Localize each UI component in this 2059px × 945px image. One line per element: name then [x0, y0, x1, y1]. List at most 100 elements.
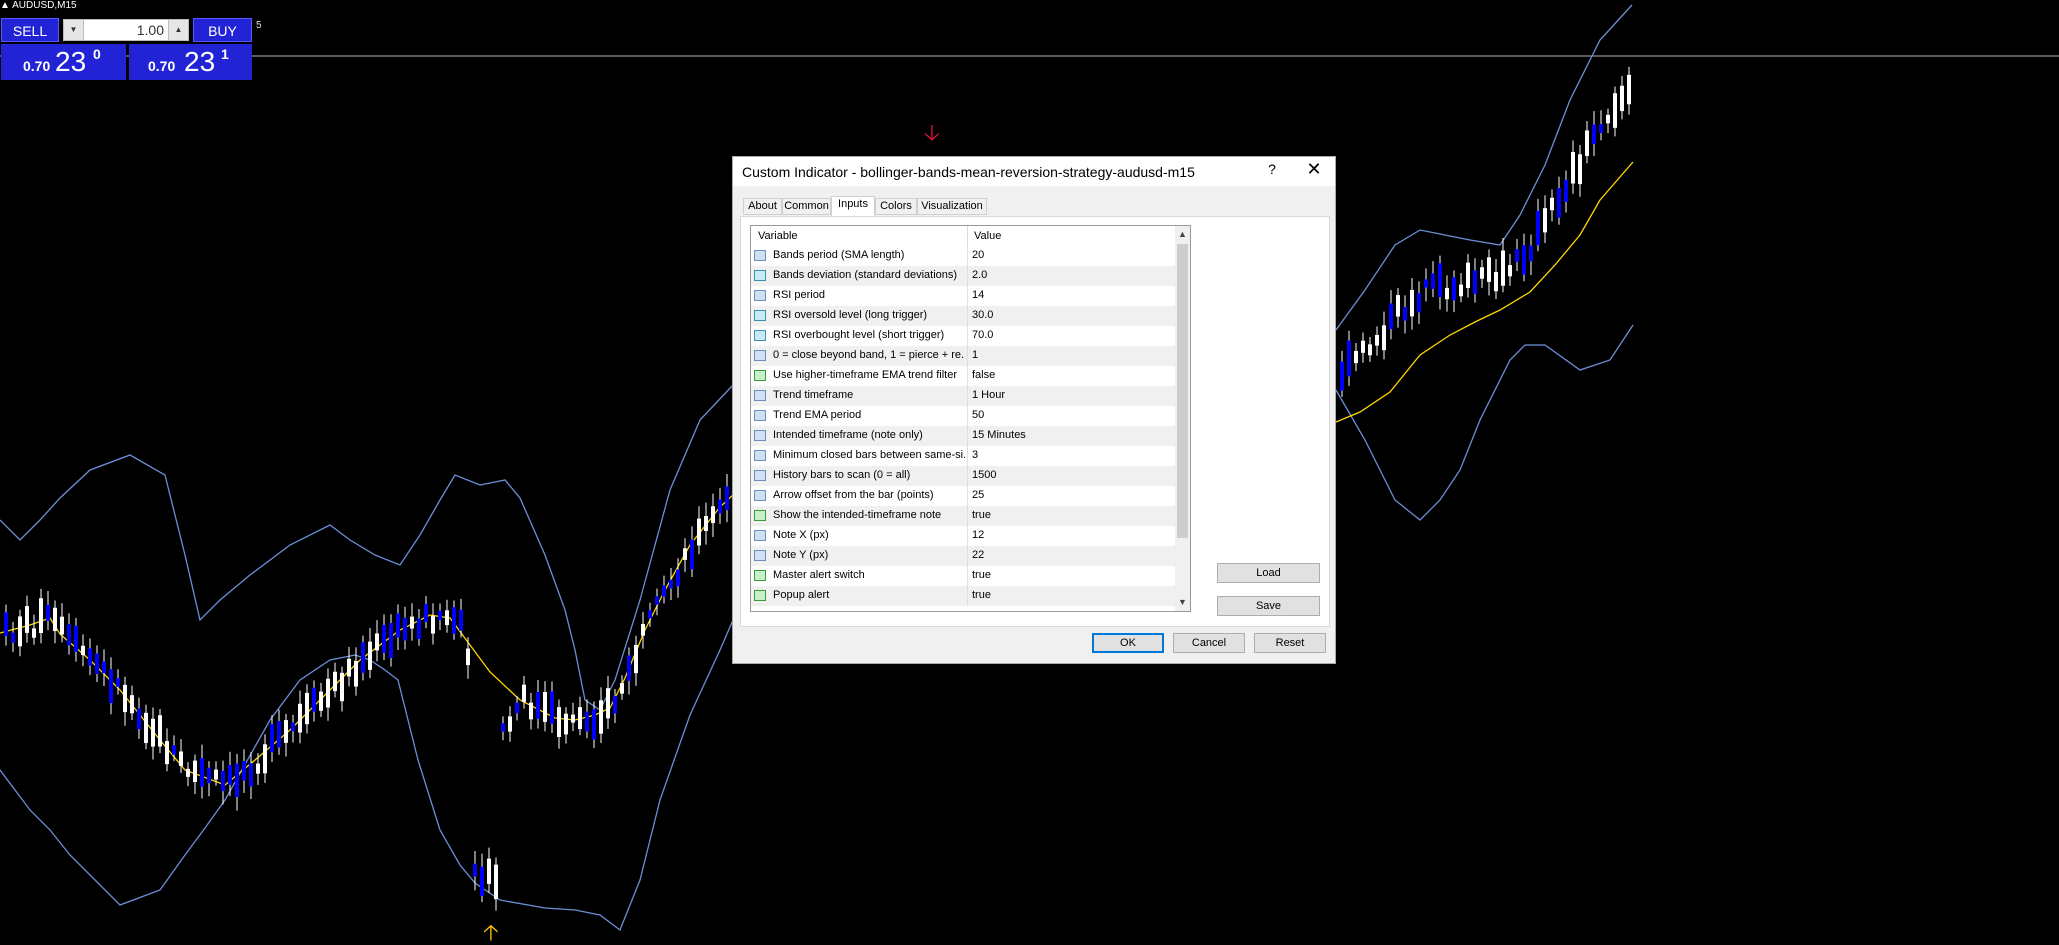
candle[interactable] [1529, 245, 1533, 262]
candle[interactable] [592, 709, 596, 740]
candle[interactable] [417, 618, 421, 640]
candle[interactable] [151, 718, 155, 747]
candle[interactable] [480, 866, 484, 896]
tab-colors[interactable]: Colors [875, 198, 917, 215]
candle[interactable] [1606, 114, 1610, 124]
input-row[interactable]: History bars to scan (0 = all) 1500 [751, 466, 1175, 486]
candle[interactable] [620, 683, 624, 694]
candle[interactable] [207, 767, 211, 784]
candle[interactable] [634, 644, 638, 674]
candle[interactable] [1347, 340, 1351, 377]
lot-increase-icon[interactable]: ▲ [168, 20, 188, 40]
input-row[interactable]: Bands period (SMA length) 20 [751, 246, 1175, 266]
candle[interactable] [410, 616, 414, 629]
candle[interactable] [1564, 179, 1568, 202]
candle[interactable] [53, 607, 57, 632]
candle[interactable] [396, 613, 400, 638]
input-value[interactable]: 1 [972, 349, 978, 361]
input-row[interactable]: Note X (px) 12 [751, 526, 1175, 546]
candle[interactable] [627, 655, 631, 681]
candle[interactable] [109, 669, 113, 704]
input-row[interactable]: 0 = close beyond band, 1 = pierce + re..… [751, 346, 1175, 366]
input-value[interactable]: 25 [972, 489, 984, 501]
candle[interactable] [690, 539, 694, 570]
candle[interactable] [193, 760, 197, 782]
candle[interactable] [81, 645, 85, 656]
candle[interactable] [1494, 271, 1498, 292]
candle[interactable] [452, 607, 456, 634]
candle[interactable] [256, 763, 260, 774]
input-value[interactable]: 15 Minutes [972, 429, 1026, 441]
candle[interactable] [4, 612, 8, 637]
scroll-thumb[interactable] [1177, 244, 1188, 538]
candle[interactable] [571, 714, 575, 723]
lot-decrease-icon[interactable]: ▼ [64, 20, 84, 40]
candle[interactable] [137, 708, 141, 730]
input-value[interactable]: 30.0 [972, 309, 993, 321]
input-value[interactable]: 3 [972, 449, 978, 461]
candle[interactable] [1340, 361, 1344, 391]
candle[interactable] [130, 695, 134, 714]
candle[interactable] [291, 722, 295, 732]
inputs-grid[interactable]: Variable Value Bands period (SMA length)… [750, 225, 1191, 612]
input-value[interactable]: 1500 [972, 469, 996, 481]
candle[interactable] [186, 768, 190, 777]
save-button[interactable]: Save [1217, 596, 1320, 616]
candle[interactable] [200, 758, 204, 787]
candle[interactable] [1480, 267, 1484, 279]
candle[interactable] [1599, 124, 1603, 134]
candle[interactable] [326, 678, 330, 708]
candle[interactable] [39, 598, 43, 634]
candle[interactable] [1627, 74, 1631, 105]
candle[interactable] [347, 658, 351, 677]
candle[interactable] [1466, 262, 1470, 289]
lot-value[interactable]: 1.00 [137, 20, 164, 40]
help-icon[interactable]: ? [1263, 161, 1281, 177]
candle[interactable] [1543, 208, 1547, 233]
input-row[interactable]: Minimum closed bars between same-si... 3 [751, 446, 1175, 466]
input-row[interactable]: Bands deviation (standard deviations) 2.0 [751, 266, 1175, 286]
candle[interactable] [529, 702, 533, 720]
candle[interactable] [522, 684, 526, 702]
load-button[interactable]: Load [1217, 563, 1320, 583]
candle[interactable] [214, 769, 218, 780]
candle[interactable] [74, 625, 78, 652]
candle[interactable] [445, 610, 449, 626]
candle[interactable] [1382, 325, 1386, 351]
candle[interactable] [1592, 124, 1596, 145]
input-row[interactable]: Note Y (px) 22 [751, 546, 1175, 566]
candle[interactable] [1571, 151, 1575, 184]
candle[interactable] [1459, 284, 1463, 297]
candle[interactable] [1557, 188, 1561, 218]
candle[interactable] [25, 606, 29, 633]
candle[interactable] [1361, 340, 1365, 353]
candle[interactable] [1375, 334, 1379, 346]
candle[interactable] [564, 713, 568, 735]
candle[interactable] [1410, 289, 1414, 317]
candle[interactable] [158, 715, 162, 747]
collapse-triangle-icon[interactable]: ▲ [0, 0, 12, 11]
candle[interactable] [718, 499, 722, 514]
candle[interactable] [382, 625, 386, 653]
candle[interactable] [46, 604, 50, 621]
dialog-titlebar[interactable]: Custom Indicator - bollinger-bands-mean-… [733, 157, 1335, 186]
candle[interactable] [669, 579, 673, 589]
candle[interactable] [221, 770, 225, 792]
candle[interactable] [1613, 93, 1617, 128]
input-value[interactable]: true [972, 589, 991, 601]
candle[interactable] [88, 648, 92, 666]
input-row[interactable]: Trend EMA period 50 [751, 406, 1175, 426]
candle[interactable] [1487, 257, 1491, 282]
candle[interactable] [1396, 295, 1400, 317]
candle[interactable] [18, 616, 22, 647]
candle[interactable] [319, 691, 323, 711]
scroll-up-icon[interactable]: ▲ [1175, 226, 1190, 243]
ok-button[interactable]: OK [1092, 633, 1164, 653]
candle[interactable] [676, 569, 680, 587]
tab-common[interactable]: Common [782, 198, 831, 215]
grid-scrollbar[interactable]: ▲ ▼ [1175, 226, 1190, 611]
input-row[interactable]: RSI overbought level (short trigger) 70.0 [751, 326, 1175, 346]
candle[interactable] [340, 672, 344, 702]
candle[interactable] [270, 724, 274, 753]
candle[interactable] [298, 703, 302, 733]
